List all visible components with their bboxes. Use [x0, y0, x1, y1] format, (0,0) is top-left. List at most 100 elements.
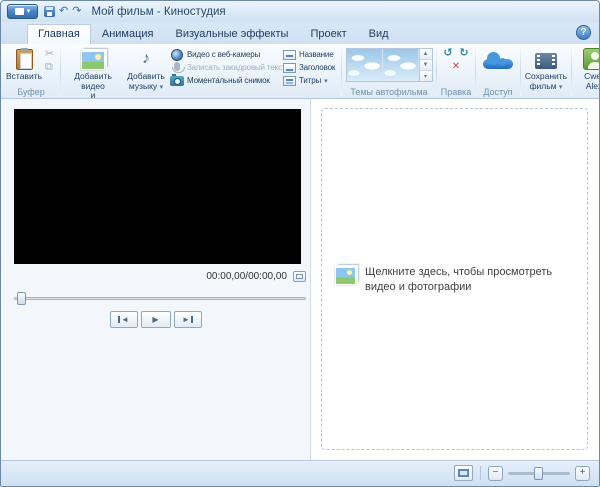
storyboard-pane: Щелкните здесь, чтобы просмотреть видео …: [311, 99, 599, 460]
scissors-icon: ✂: [45, 49, 54, 60]
gallery-scrollbar: ▲ ▼ ▾: [419, 49, 432, 81]
thumbnail-size-icon: [458, 469, 469, 477]
play-icon: ▶: [152, 315, 158, 324]
rotate-right-button[interactable]: ↻: [456, 46, 472, 60]
tab-view[interactable]: Вид: [358, 24, 400, 44]
seek-thumb[interactable]: [17, 292, 26, 305]
narration-label: Записать закадровый текст: [187, 63, 285, 72]
webcam-icon: [171, 49, 183, 61]
caption-label: Заголовок: [299, 63, 335, 72]
dropdown-caret-icon: ▾: [324, 77, 327, 85]
remove-button[interactable]: ✕: [448, 60, 464, 74]
webcam-video-button[interactable]: Видео с веб-камеры: [169, 48, 281, 61]
dropdown-caret-icon: ▾: [27, 8, 31, 15]
theme-thumbnail-2[interactable]: [383, 49, 419, 81]
add-title-button[interactable]: Название: [281, 48, 339, 61]
camera-icon: [170, 76, 184, 86]
rotate-left-button[interactable]: ↺: [440, 46, 456, 60]
add-videos-label-1: Добавить видео: [65, 72, 121, 91]
paste-label: Вставить: [6, 72, 42, 82]
window-title: Мой фильм - Киностудия: [91, 6, 225, 18]
title-label: Название: [299, 50, 334, 59]
zoom-slider[interactable]: [508, 472, 570, 475]
zoom-out-button[interactable]: −: [488, 466, 503, 481]
ribbon-group-share: Доступ: [477, 45, 519, 98]
music-icon: ♪: [136, 48, 156, 70]
add-credits-button[interactable]: Титры ▾: [281, 74, 339, 87]
paste-button[interactable]: Вставить: [4, 46, 44, 83]
group-divider: [571, 47, 572, 96]
microphone-icon: [174, 62, 180, 71]
ribbon: Вставить ✂ ⧉ Буфер Добавить видео: [1, 44, 599, 99]
quick-access-toolbar: ↶ ↷: [44, 6, 81, 17]
status-bar: − +: [1, 460, 599, 486]
group-label: Доступ: [478, 86, 518, 98]
play-button[interactable]: ▶: [141, 311, 171, 328]
redo-icon[interactable]: ↷: [72, 6, 81, 17]
photos-icon: [81, 51, 105, 70]
seek-track[interactable]: [14, 297, 306, 300]
snapshot-label: Моментальный снимок: [187, 76, 270, 85]
previous-frame-button[interactable]: ◄: [110, 311, 138, 328]
tab-visual-effects[interactable]: Визуальные эффекты: [165, 24, 300, 44]
help-button[interactable]: ?: [576, 25, 591, 40]
record-narration-button[interactable]: Записать закадровый текст ▾: [169, 61, 281, 74]
tab-project[interactable]: Проект: [299, 24, 357, 44]
seek-slider[interactable]: [14, 292, 306, 305]
tab-home[interactable]: Главная: [27, 24, 91, 44]
titlebar: ▾ ↶ ↷ Мой фильм - Киностудия: [1, 1, 599, 22]
app-icon: [15, 8, 24, 15]
main-content: 00:00,00/00:00,00 ◄ ▶ ►: [1, 99, 599, 460]
ribbon-group-editing: ↺ ↻ ✕ Правка: [438, 45, 474, 98]
undo-icon[interactable]: ↶: [59, 6, 68, 17]
title-icon: [283, 50, 296, 60]
group-label: Правка: [439, 86, 473, 98]
time-display: 00:00,00/00:00,00: [206, 271, 287, 282]
thumbnail-size-button[interactable]: [454, 465, 473, 481]
group-divider: [475, 47, 476, 96]
rotate-right-icon: ↻: [459, 48, 468, 59]
theme-gallery: ▲ ▼ ▾: [346, 48, 433, 82]
theme-thumbnail-1[interactable]: [347, 49, 383, 81]
cut-button[interactable]: ✂: [44, 48, 55, 61]
divider: [480, 466, 481, 480]
add-caption-button[interactable]: Заголовок: [281, 61, 339, 74]
tab-animation[interactable]: Анимация: [91, 24, 165, 44]
account-label-2: Alex: [586, 82, 600, 92]
ribbon-group-clipboard: Вставить ✂ ⧉ Буфер: [3, 45, 59, 98]
next-frame-button[interactable]: ►: [174, 311, 202, 328]
gallery-expand-button[interactable]: ▾: [420, 71, 432, 81]
account-button[interactable]: Cwer Alex: [581, 46, 600, 92]
gallery-scroll-down[interactable]: ▼: [420, 60, 432, 71]
dropdown-caret-icon: ▾: [160, 84, 164, 91]
zoom-thumb[interactable]: [534, 467, 543, 480]
skydrive-button[interactable]: [481, 46, 515, 73]
save-movie-button[interactable]: Сохранить фильм ▾: [523, 46, 569, 93]
save-icon[interactable]: [44, 6, 55, 17]
previous-frame-icon: ◄: [121, 315, 129, 324]
zoom-in-button[interactable]: +: [575, 466, 590, 481]
video-preview: [14, 109, 301, 264]
add-music-button[interactable]: ♪ Добавить музыку ▾: [123, 46, 169, 93]
avatar-icon: [583, 48, 600, 70]
dropdown-caret-icon: ▾: [559, 84, 563, 91]
rotate-left-icon: ↺: [443, 48, 452, 59]
copy-icon: ⧉: [45, 62, 53, 73]
ribbon-group-save-movie: Сохранить фильм ▾: [522, 45, 570, 98]
next-frame-icon: ►: [182, 315, 190, 324]
snapshot-button[interactable]: Моментальный снимок: [169, 74, 281, 87]
credits-icon: [283, 76, 296, 86]
preview-pane: 00:00,00/00:00,00 ◄ ▶ ►: [1, 99, 311, 460]
credits-label: Титры: [299, 76, 321, 85]
gallery-scroll-up[interactable]: ▲: [420, 49, 432, 60]
browse-media-text: Щелкните здесь, чтобы просмотреть видео …: [365, 265, 577, 295]
add-music-label-2: музыку ▾: [129, 82, 163, 93]
transport-controls: ◄ ▶ ►: [1, 311, 310, 328]
group-divider: [341, 47, 342, 96]
app-menu-button[interactable]: ▾: [7, 4, 38, 19]
browse-media-prompt[interactable]: Щелкните здесь, чтобы просмотреть видео …: [335, 265, 577, 295]
cloud-icon: [483, 51, 513, 70]
videos-photos-icon: [335, 267, 356, 285]
copy-button[interactable]: ⧉: [44, 61, 55, 74]
fullscreen-button[interactable]: [293, 271, 306, 282]
